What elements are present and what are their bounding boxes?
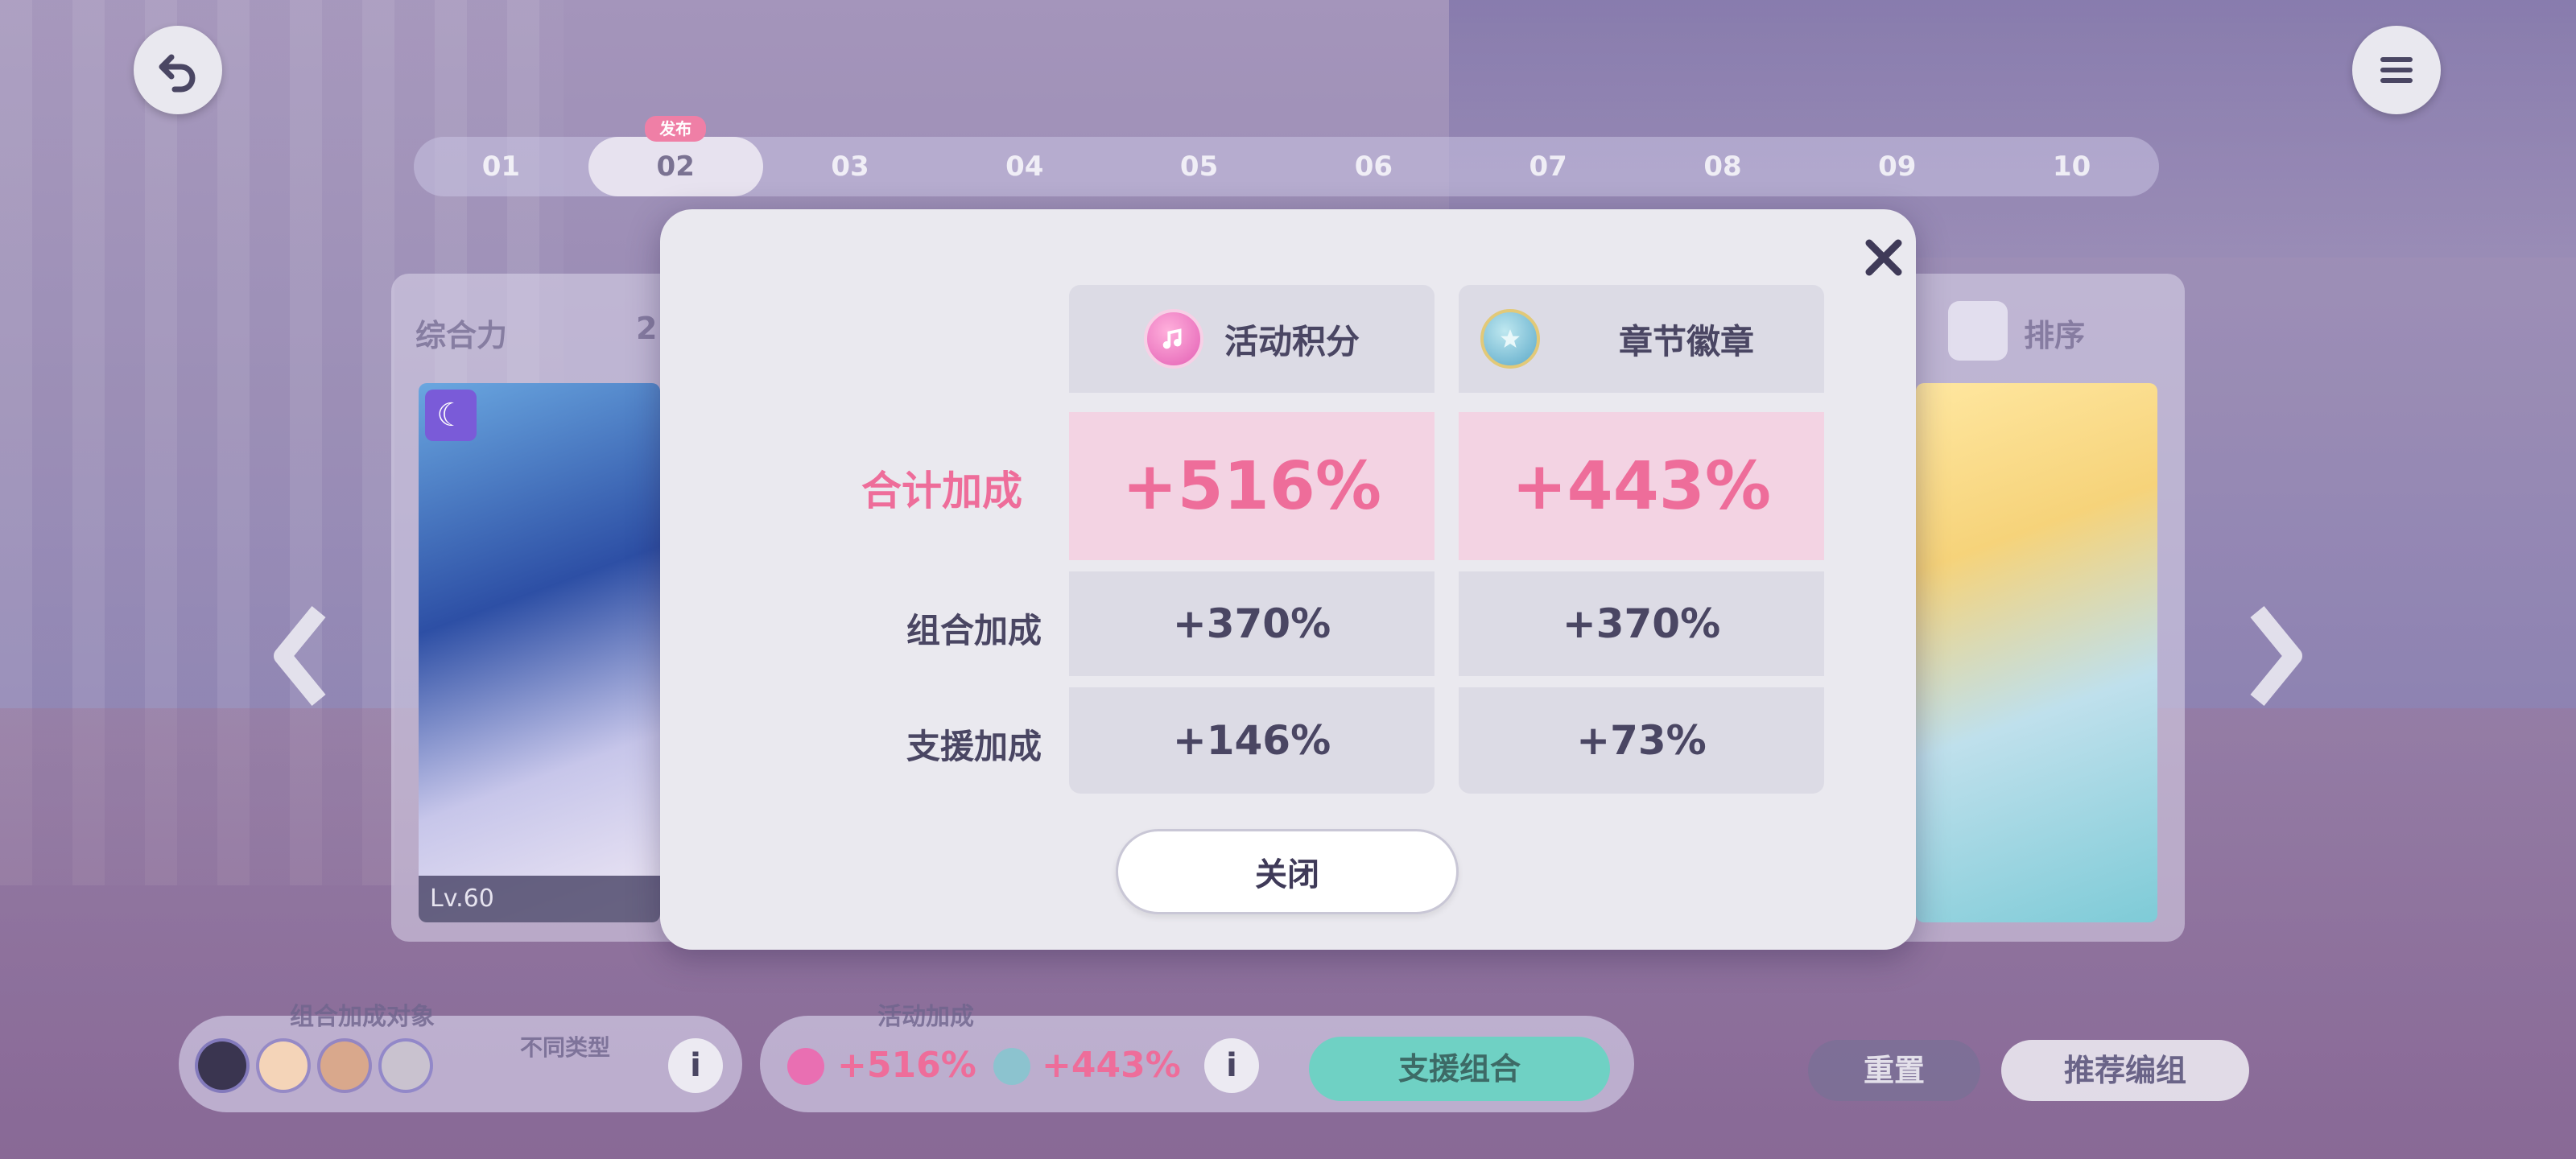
tab-04[interactable]: 04 xyxy=(937,137,1112,196)
chevron-left-icon[interactable] xyxy=(270,604,335,708)
reset-button[interactable]: 重置 xyxy=(1808,1040,1980,1101)
event-points-icon xyxy=(1143,309,1203,369)
chapter-badge-icon xyxy=(1480,309,1540,369)
tab-badge: 发布 xyxy=(645,116,707,142)
total-bonus-event-points: +516% xyxy=(1069,412,1435,560)
support-bonus-event-points: +146% xyxy=(1069,687,1435,794)
sort-label: 排序 xyxy=(2024,318,2086,353)
total-bonus-chapter-badge: +443% xyxy=(1459,412,1824,560)
moon-attribute-icon: ☾ xyxy=(425,390,477,441)
avatar xyxy=(378,1038,433,1093)
support-unit-button[interactable]: 支援组合 xyxy=(1309,1037,1610,1101)
column-header-event-points: 活动积分 xyxy=(1069,285,1435,393)
event-bonus-label: 活动加成 xyxy=(877,1003,974,1031)
unit-bonus-label: 组合加成对象 xyxy=(290,1003,435,1031)
close-icon[interactable] xyxy=(1853,227,1914,288)
column-title: 活动积分 xyxy=(1224,321,1360,361)
tab-01[interactable]: 01 xyxy=(414,137,588,196)
tab-05[interactable]: 05 xyxy=(1112,137,1286,196)
bonus-detail-dialog: 活动积分 章节徽章 合计加成 +516% +443% 组合加成 +370% +3… xyxy=(660,209,1916,950)
event-points-bonus: +516% xyxy=(837,1045,976,1086)
back-button[interactable] xyxy=(134,26,222,114)
close-button[interactable]: 关闭 xyxy=(1116,829,1459,914)
card-level: Lv.60 xyxy=(419,876,660,922)
tab-09[interactable]: 09 xyxy=(1810,137,1984,196)
menu-button[interactable] xyxy=(2352,26,2441,114)
tab-07[interactable]: 07 xyxy=(1461,137,1636,196)
row-label-total: 合计加成 xyxy=(861,468,1022,514)
back-arrow-icon xyxy=(159,54,196,93)
badge-bonus: +443% xyxy=(1042,1045,1181,1086)
tab-08[interactable]: 08 xyxy=(1636,137,1810,196)
info-icon[interactable]: i xyxy=(1204,1038,1259,1093)
right-character-card[interactable] xyxy=(1916,383,2157,922)
tab-10[interactable]: 10 xyxy=(1984,137,2159,196)
tab-02[interactable]: 发布 02 xyxy=(588,116,763,196)
total-power-label: 综合力 xyxy=(415,318,508,353)
recommend-button[interactable]: 推荐编组 xyxy=(2001,1040,2249,1101)
left-character-card[interactable]: ☾ Lv.60 xyxy=(419,383,660,922)
sort-checkbox[interactable] xyxy=(1948,301,2008,361)
event-points-icon xyxy=(787,1048,824,1085)
support-bonus-chapter-badge: +73% xyxy=(1459,687,1824,794)
chevron-right-icon[interactable] xyxy=(2241,604,2306,708)
avatar xyxy=(256,1038,311,1093)
tab-label: 02 xyxy=(656,151,695,183)
tab-03[interactable]: 03 xyxy=(763,137,938,196)
row-label-support: 支援加成 xyxy=(906,727,1042,766)
tab-06[interactable]: 06 xyxy=(1286,137,1461,196)
hamburger-icon xyxy=(2380,57,2413,83)
unit-bonus-event-points: +370% xyxy=(1069,571,1435,676)
chapter-badge-icon xyxy=(993,1048,1030,1085)
column-title: 章节徽章 xyxy=(1618,321,1754,361)
total-power-value: 2 xyxy=(636,311,658,346)
avatar xyxy=(317,1038,372,1093)
avatar xyxy=(195,1038,250,1093)
type-label: 不同类型 xyxy=(520,1034,611,1061)
column-header-chapter-badge: 章节徽章 xyxy=(1459,285,1824,393)
row-label-unit: 组合加成 xyxy=(906,611,1042,650)
unit-bonus-chapter-badge: +370% xyxy=(1459,571,1824,676)
slot-tabs: 01 发布 02 03 04 05 06 07 08 09 10 xyxy=(414,116,2159,196)
info-icon[interactable]: i xyxy=(668,1038,723,1093)
